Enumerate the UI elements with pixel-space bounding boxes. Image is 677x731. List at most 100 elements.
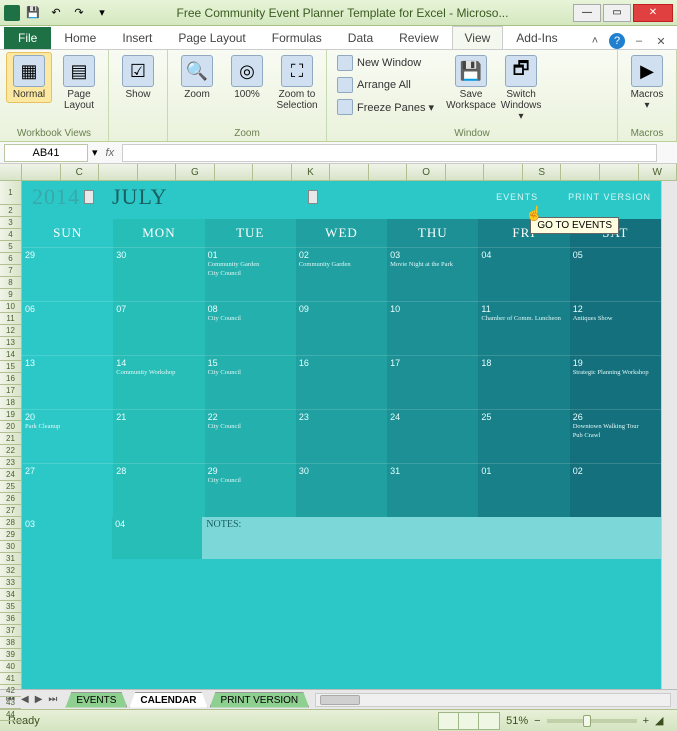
- day-cell[interactable]: 22City Council: [205, 409, 296, 463]
- sheet-tab-print-version[interactable]: PRINT VERSION: [210, 692, 310, 708]
- macros-button[interactable]: ▶Macros ▾: [624, 52, 670, 114]
- row-header[interactable]: 31: [0, 553, 21, 565]
- page-layout-button[interactable]: ▤ Page Layout: [56, 52, 102, 114]
- day-cell[interactable]: 30: [113, 247, 204, 301]
- month-spinner[interactable]: [308, 190, 318, 204]
- column-header[interactable]: [215, 164, 254, 180]
- new-window-button[interactable]: New Window: [333, 52, 438, 74]
- column-header[interactable]: G: [176, 164, 215, 180]
- row-header[interactable]: 2: [0, 205, 21, 217]
- day-cell[interactable]: 04: [112, 517, 202, 559]
- day-cell[interactable]: 21: [113, 409, 204, 463]
- row-header[interactable]: 15: [0, 361, 21, 373]
- day-cell[interactable]: 07: [113, 301, 204, 355]
- events-link[interactable]: EVENTS: [496, 192, 538, 202]
- row-header[interactable]: 36: [0, 613, 21, 625]
- tab-nav-button[interactable]: ⏭: [46, 694, 59, 705]
- row-header[interactable]: 9: [0, 289, 21, 301]
- minimize-button[interactable]: —: [573, 4, 601, 22]
- file-tab[interactable]: File: [4, 27, 51, 49]
- day-cell[interactable]: 17: [387, 355, 478, 409]
- row-header[interactable]: 27: [0, 505, 21, 517]
- day-cell[interactable]: 15City Council: [205, 355, 296, 409]
- row-header[interactable]: 6: [0, 253, 21, 265]
- row-header[interactable]: 42: [0, 685, 21, 697]
- column-header[interactable]: [138, 164, 177, 180]
- maximize-button[interactable]: ▭: [603, 4, 631, 22]
- day-cell[interactable]: 10: [387, 301, 478, 355]
- day-cell[interactable]: 01Community GardenCity Council: [205, 247, 296, 301]
- day-cell[interactable]: 09: [296, 301, 387, 355]
- row-header[interactable]: 7: [0, 265, 21, 277]
- row-header[interactable]: 3: [0, 217, 21, 229]
- undo-button[interactable]: ↶: [46, 3, 66, 23]
- row-header[interactable]: 4: [0, 229, 21, 241]
- day-cell[interactable]: 01: [478, 463, 569, 517]
- row-header[interactable]: 43: [0, 697, 21, 709]
- column-header[interactable]: [22, 164, 61, 180]
- row-header[interactable]: 38: [0, 637, 21, 649]
- day-cell[interactable]: 12Antiques Show: [570, 301, 661, 355]
- row-header[interactable]: 20: [0, 421, 21, 433]
- column-header[interactable]: [99, 164, 138, 180]
- zoom-to-selection-button[interactable]: ⛶Zoom to Selection: [274, 52, 320, 114]
- sheet-tab-calendar[interactable]: CALENDAR: [129, 692, 207, 708]
- day-cell[interactable]: 28: [113, 463, 204, 517]
- row-header[interactable]: 26: [0, 493, 21, 505]
- day-cell[interactable]: 02: [570, 463, 661, 517]
- close-button[interactable]: ✕: [633, 4, 673, 22]
- row-header[interactable]: 22: [0, 445, 21, 457]
- worksheet-area[interactable]: 1 23456789101112131415161718192021222324…: [0, 181, 677, 689]
- day-cell[interactable]: 30: [296, 463, 387, 517]
- ribbon-tab-data[interactable]: Data: [335, 26, 386, 49]
- workbook-minimize-icon[interactable]: –: [631, 33, 647, 49]
- ribbon-tab-page-layout[interactable]: Page Layout: [165, 26, 258, 49]
- column-header[interactable]: K: [292, 164, 331, 180]
- row-header[interactable]: 34: [0, 589, 21, 601]
- switch-windows-button[interactable]: 🗗Switch Windows ▾: [498, 52, 544, 125]
- row-header[interactable]: 41: [0, 673, 21, 685]
- show-button[interactable]: ☑ Show: [115, 52, 161, 103]
- day-cell[interactable]: 19Strategic Planning Workshop: [570, 355, 661, 409]
- hundred-percent-button[interactable]: ◎100%: [224, 52, 270, 103]
- day-cell[interactable]: 20Park Cleanup: [22, 409, 113, 463]
- day-cell[interactable]: 25: [478, 409, 569, 463]
- day-cell[interactable]: 03Movie Night at the Park: [387, 247, 478, 301]
- ribbon-tab-review[interactable]: Review: [386, 26, 451, 49]
- column-header[interactable]: W: [639, 164, 677, 180]
- row-header[interactable]: 40: [0, 661, 21, 673]
- ribbon-tab-add-ins[interactable]: Add-Ins: [503, 26, 570, 49]
- row-header[interactable]: 17: [0, 385, 21, 397]
- day-cell[interactable]: 13: [22, 355, 113, 409]
- select-all-corner[interactable]: [0, 164, 22, 180]
- column-header[interactable]: [600, 164, 639, 180]
- row-header[interactable]: 5: [0, 241, 21, 253]
- fx-icon[interactable]: fx: [102, 147, 119, 159]
- day-cell[interactable]: 05: [570, 247, 661, 301]
- column-header[interactable]: [369, 164, 408, 180]
- row-header[interactable]: 28: [0, 517, 21, 529]
- arrange-all-button[interactable]: Arrange All: [333, 74, 438, 96]
- ribbon-tab-home[interactable]: Home: [51, 26, 109, 49]
- qat-more-icon[interactable]: ▾: [92, 3, 112, 23]
- day-cell[interactable]: 04: [478, 247, 569, 301]
- ribbon-tab-formulas[interactable]: Formulas: [259, 26, 335, 49]
- sheet-tab-events[interactable]: EVENTS: [65, 692, 127, 708]
- column-header[interactable]: [253, 164, 292, 180]
- horizontal-scrollbar[interactable]: [315, 693, 671, 707]
- day-cell[interactable]: 29: [22, 247, 113, 301]
- year-spinner[interactable]: [84, 190, 94, 204]
- row-header[interactable]: 33: [0, 577, 21, 589]
- row-header[interactable]: 44: [0, 709, 21, 721]
- row-header[interactable]: 8: [0, 277, 21, 289]
- row-header[interactable]: 16: [0, 373, 21, 385]
- column-header[interactable]: C: [61, 164, 100, 180]
- scrollbar-thumb[interactable]: [320, 695, 360, 705]
- redo-button[interactable]: ↷: [69, 3, 89, 23]
- row-header[interactable]: 12: [0, 325, 21, 337]
- normal-view-button[interactable]: ▦ Normal: [6, 52, 52, 103]
- row-header[interactable]: 24: [0, 469, 21, 481]
- row-header[interactable]: 37: [0, 625, 21, 637]
- row-header[interactable]: 25: [0, 481, 21, 493]
- day-cell[interactable]: 31: [387, 463, 478, 517]
